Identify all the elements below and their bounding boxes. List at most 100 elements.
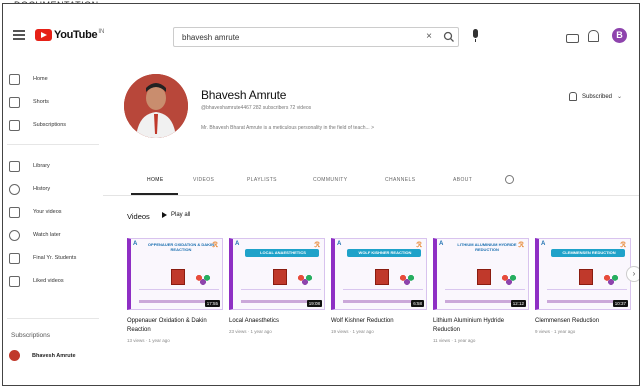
thumbnail-title: LOCAL ANAESTHETICS <box>260 250 306 255</box>
video-card[interactable]: A ℛ CLEMMENSEN REDUCTION 10:37 Clemmense… <box>535 238 631 334</box>
thumbnail-title: CLEMMENSEN REDUCTION <box>562 250 616 255</box>
mic-icon[interactable] <box>473 29 478 42</box>
shorts-icon <box>9 96 20 108</box>
history-icon <box>9 183 20 195</box>
playlist-icon <box>9 252 20 264</box>
video-title[interactable]: Clemmensen Reduction <box>535 317 631 326</box>
video-meta: 13 views · 1 year ago <box>127 338 170 343</box>
video-card[interactable]: A ℛ OPPENAUER OXIDATION & DAKIN REACTION… <box>127 238 223 343</box>
notifications-icon[interactable] <box>588 30 599 42</box>
sidebar: Home Shorts Subscriptions Library Histor… <box>3 60 103 380</box>
thumbnail-divider <box>445 289 525 290</box>
brand-logo-icon: ℛ <box>314 242 320 249</box>
tabs-divider <box>103 195 639 196</box>
presenter-image <box>171 269 185 285</box>
search-box[interactable]: × <box>173 27 459 47</box>
channel-name: Bhavesh Amrute <box>201 88 287 102</box>
play-logo-icon <box>35 29 52 41</box>
institute-logo-icon: A <box>133 241 138 247</box>
institute-logo-icon: A <box>337 241 342 247</box>
menu-icon[interactable] <box>13 30 25 40</box>
institute-logo-icon: A <box>235 241 240 247</box>
video-thumbnail[interactable]: A ℛ LOCAL ANAESTHETICS 19:08 <box>229 238 325 310</box>
sidebar-item-your-videos[interactable]: Your videos <box>9 203 62 221</box>
video-card[interactable]: A ℛ LITHIUM ALUMINIUM HYDRIDE REDUCTION … <box>433 238 529 343</box>
video-card[interactable]: A ℛ LOCAL ANAESTHETICS 19:08 Local Anaes… <box>229 238 325 334</box>
sidebar-item-home[interactable]: Home <box>9 70 48 88</box>
channel-avatar[interactable] <box>124 74 188 138</box>
brand-logo-icon: ℛ <box>416 242 422 249</box>
video-title[interactable]: Wolf Kishner Reduction <box>331 317 427 326</box>
subscriptions-icon <box>9 119 20 131</box>
library-icon <box>9 160 20 172</box>
sidebar-item-history[interactable]: History <box>9 180 50 198</box>
video-thumbnail[interactable]: A ℛ CLEMMENSEN REDUCTION 10:37 <box>535 238 631 310</box>
video-card[interactable]: A ℛ WOLF KISHNER REACTION 6:58 Wolf Kish… <box>331 238 427 334</box>
video-meta: 19 views · 1 year ago <box>331 329 374 334</box>
institute-logo-icon: A <box>439 241 444 247</box>
thumbnail-bar <box>241 300 309 303</box>
video-meta: 9 views · 1 year ago <box>535 329 576 334</box>
bell-icon <box>569 92 577 101</box>
brand-logo-icon: ℛ <box>620 242 626 249</box>
presenter-image <box>375 269 389 285</box>
tab-channels[interactable]: CHANNELS <box>385 177 415 183</box>
thumbnail-divider <box>241 289 321 290</box>
presenter-image <box>579 269 593 285</box>
channel-search-icon[interactable] <box>505 175 514 184</box>
sidebar-item-watch-later[interactable]: Watch later <box>9 226 61 244</box>
play-all-button[interactable]: Play all <box>162 212 190 218</box>
channel-meta: @bhaveshamrute4467 282 subscribers 72 vi… <box>201 105 312 111</box>
thumbnail-title: LITHIUM ALUMINIUM HYDRIDE REDUCTION <box>457 242 517 252</box>
logo-text: YouTube <box>54 29 98 41</box>
search-icon[interactable] <box>442 30 456 44</box>
channel-description[interactable]: Mr. Bhavesh Bharat Amrute is a meticulou… <box>201 125 374 131</box>
video-duration: 6:58 <box>411 300 424 307</box>
sidebar-item-library[interactable]: Library <box>9 157 50 175</box>
video-thumbnail[interactable]: A ℛ WOLF KISHNER REACTION 6:58 <box>331 238 427 310</box>
sidebar-item-playlist[interactable]: Final Yr. Students <box>9 249 76 267</box>
sidebar-divider <box>7 318 99 319</box>
molecule-graphic <box>193 273 213 285</box>
subscribed-label: Subscribed <box>582 93 613 100</box>
subscribed-button[interactable]: Subscribed ⌄ <box>569 92 622 101</box>
search-input[interactable] <box>180 31 414 43</box>
tab-home[interactable]: HOME <box>147 177 164 183</box>
tab-community[interactable]: COMMUNITY <box>313 177 347 183</box>
chevron-down-icon: ⌄ <box>617 94 623 100</box>
create-video-icon[interactable] <box>566 34 579 43</box>
videos-section-title[interactable]: Videos <box>127 212 150 221</box>
video-duration: 17:55 <box>204 300 220 307</box>
sidebar-item-liked-videos[interactable]: Liked videos <box>9 272 64 290</box>
your-videos-icon <box>9 206 20 218</box>
thumbnail-bar <box>445 300 513 303</box>
thumbnail-title: OPPENAUER OXIDATION & DAKIN REACTION <box>147 242 215 252</box>
video-title[interactable]: Local Anaesthetics <box>229 317 325 326</box>
video-title[interactable]: Oppenauer Oxidation & Dakin Reaction <box>127 317 223 335</box>
tab-videos[interactable]: VIDEOS <box>193 177 214 183</box>
chevron-right-icon[interactable]: › <box>626 266 639 282</box>
video-thumbnail[interactable]: A ℛ LITHIUM ALUMINIUM HYDRIDE REDUCTION … <box>433 238 529 310</box>
channel-avatar-photo <box>124 74 188 138</box>
presenter-image <box>273 269 287 285</box>
video-thumbnail[interactable]: A ℛ OPPENAUER OXIDATION & DAKIN REACTION… <box>127 238 223 310</box>
video-title[interactable]: Lithium Aluminium Hydride Reduction <box>433 317 529 335</box>
clear-search-icon[interactable]: × <box>426 31 432 42</box>
tab-playlists[interactable]: PLAYLISTS <box>247 177 277 183</box>
sidebar-item-shorts[interactable]: Shorts <box>9 93 49 111</box>
molecule-graphic <box>499 273 519 285</box>
tab-about[interactable]: ABOUT <box>453 177 472 183</box>
video-meta: 11 views · 1 year ago <box>433 338 476 343</box>
video-duration: 10:37 <box>612 300 628 307</box>
youtube-logo[interactable]: YouTube IN <box>35 29 104 41</box>
molecule-graphic <box>397 273 417 285</box>
play-icon <box>162 212 167 218</box>
thumbnail-title: WOLF KISHNER REACTION <box>358 250 412 255</box>
browser-frame: YouTube IN × B Home Shorts Subscriptions… <box>2 3 640 386</box>
sidebar-subscription-item[interactable]: Bhavesh Amrute <box>9 350 76 361</box>
sidebar-divider <box>7 144 99 145</box>
account-avatar[interactable]: B <box>612 28 627 43</box>
thumbnail-divider <box>547 289 627 290</box>
sidebar-item-subscriptions[interactable]: Subscriptions <box>9 116 66 134</box>
video-meta: 23 views · 1 year ago <box>229 329 272 334</box>
